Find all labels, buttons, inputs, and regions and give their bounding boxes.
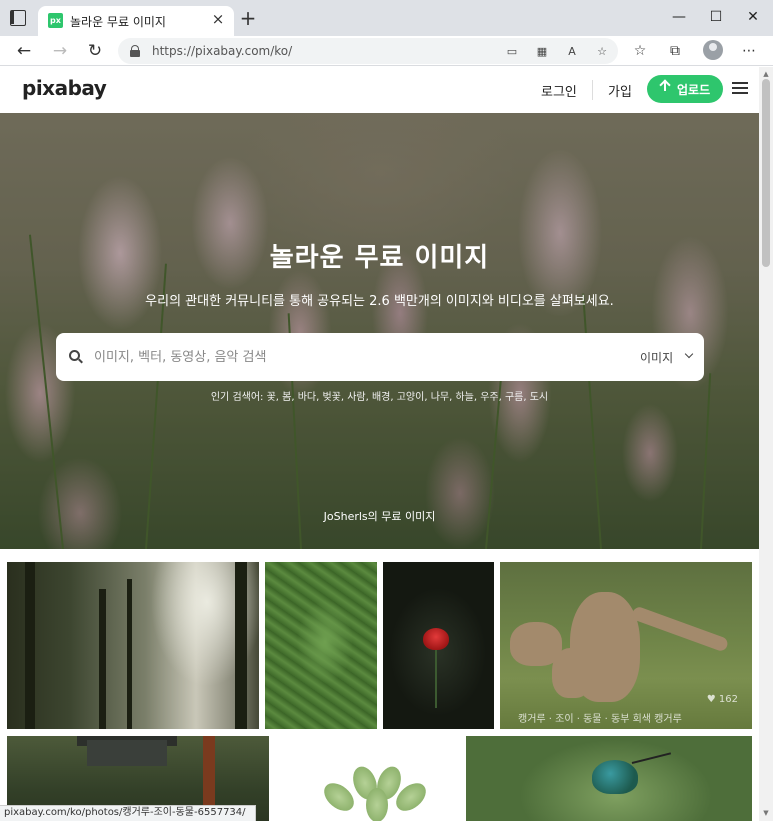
joey-shape	[552, 648, 592, 698]
upload-button[interactable]: 업로드	[647, 75, 723, 103]
profile-avatar[interactable]	[703, 40, 723, 60]
add-favorite-icon[interactable]: ☆	[594, 44, 610, 60]
scroll-up-icon[interactable]: ▲	[761, 69, 771, 79]
tree-trunk	[99, 589, 106, 729]
maximize-icon[interactable]: ☐	[704, 7, 728, 27]
tree-trunk	[25, 562, 35, 729]
lock-icon[interactable]	[130, 45, 140, 57]
page-viewport: pixabay 로그인 가입 업로드 놀라운 무료 이미지 우리의 관대한 커뮤…	[0, 67, 759, 821]
address-bar[interactable]: https://pixabay.com/ko/ ▭ ▦ A ☆	[118, 38, 618, 64]
search-icon[interactable]	[69, 350, 80, 361]
rose-flower	[423, 628, 449, 650]
browser-tab-active[interactable]: px 놀라운 무료 이미지 ×	[38, 6, 234, 36]
minimize-icon[interactable]: —	[667, 7, 691, 27]
pixabay-favicon: px	[48, 13, 63, 28]
hero-overlay	[0, 113, 759, 549]
address-toolbar: ← → ↻ https://pixabay.com/ko/ ▭ ▦ A ☆ ☆ …	[0, 36, 773, 66]
leaf-shape	[366, 788, 388, 821]
refresh-icon[interactable]: ↻	[83, 39, 107, 63]
hero-title: 놀라운 무료 이미지	[269, 243, 490, 273]
hummingbird-beak	[631, 752, 672, 764]
hamburger-menu-icon[interactable]	[732, 82, 748, 94]
signup-link[interactable]: 가입	[608, 81, 632, 100]
tree-trunk	[235, 562, 247, 729]
popular-searches[interactable]: 인기 검색어: 꽃, 봄, 바다, 벚꽃, 사람, 배경, 고양이, 나무, 하…	[0, 388, 759, 403]
forward-icon[interactable]: →	[48, 39, 72, 63]
pavilion-building	[87, 740, 167, 766]
tree-trunk	[127, 579, 132, 729]
hero-banner: 놀라운 무료 이미지 우리의 관대한 커뮤니티를 통해 공유되는 2.6 백만개…	[0, 113, 759, 549]
search-input[interactable]	[94, 345, 614, 369]
kangaroo-photo[interactable]: ♥ 162 캥거루 · 조이 · 동물 · 동부 회색 캥거루	[500, 562, 752, 729]
kangaroo-like-count[interactable]: ♥ 162	[707, 694, 738, 705]
tab-actions-icon[interactable]	[10, 10, 26, 26]
header-divider	[592, 80, 593, 100]
hero-subtitle: 우리의 관대한 커뮤니티를 통해 공유되는 2.6 백만개의 이미지와 비디오를…	[145, 294, 614, 309]
close-tab-icon[interactable]: ×	[210, 11, 226, 27]
close-window-icon[interactable]: ✕	[741, 7, 765, 27]
image-credit-link[interactable]: JoSherls의 무료 이미지	[0, 508, 759, 524]
tab-title: 놀라운 무료 이미지	[70, 15, 166, 29]
site-header: pixabay 로그인 가입 업로드	[0, 67, 759, 113]
read-aloud-icon[interactable]: A	[564, 44, 580, 60]
red-rose-photo[interactable]	[383, 562, 494, 729]
hummingbird-shape	[592, 760, 638, 794]
status-bar-url: pixabay.com/ko/photos/캥거루-조이-동물-6557734/	[0, 805, 256, 821]
url-text[interactable]: https://pixabay.com/ko/	[152, 44, 292, 58]
scrollbar-thumb[interactable]	[762, 79, 770, 267]
more-options-icon[interactable]: ⋯	[739, 41, 759, 61]
scroll-down-icon[interactable]: ▼	[761, 808, 771, 818]
kangaroo-caption: 캥거루 · 조이 · 동물 · 동부 회색 캥거루	[518, 714, 682, 725]
kangaroo-tail	[630, 605, 730, 653]
login-link[interactable]: 로그인	[541, 81, 577, 100]
forest-photo[interactable]	[7, 562, 259, 729]
upload-label: 업로드	[677, 83, 711, 97]
rose-stem	[435, 648, 437, 708]
back-icon[interactable]: ←	[12, 39, 36, 63]
favorites-icon[interactable]: ☆	[630, 41, 650, 61]
vertical-scrollbar[interactable]: ▲ ▼	[759, 67, 773, 821]
browser-tab-strip: px 놀라운 무료 이미지 × + — ☐ ✕	[0, 0, 773, 36]
chevron-down-icon[interactable]	[684, 349, 694, 359]
qr-code-icon[interactable]: ▦	[534, 44, 550, 60]
app-available-icon[interactable]: ▭	[504, 44, 520, 60]
pixabay-logo[interactable]: pixabay	[22, 76, 107, 100]
new-tab-icon[interactable]: +	[238, 8, 258, 28]
upload-icon	[659, 81, 671, 95]
hummingbird-photo[interactable]	[466, 736, 752, 821]
collections-icon[interactable]: ⧉	[665, 41, 685, 61]
search-type-select[interactable]: 이미지	[640, 349, 673, 366]
green-leaves-photo[interactable]	[276, 736, 460, 821]
search-bar: 이미지	[56, 333, 704, 381]
leaf-closeup-photo[interactable]	[265, 562, 377, 729]
